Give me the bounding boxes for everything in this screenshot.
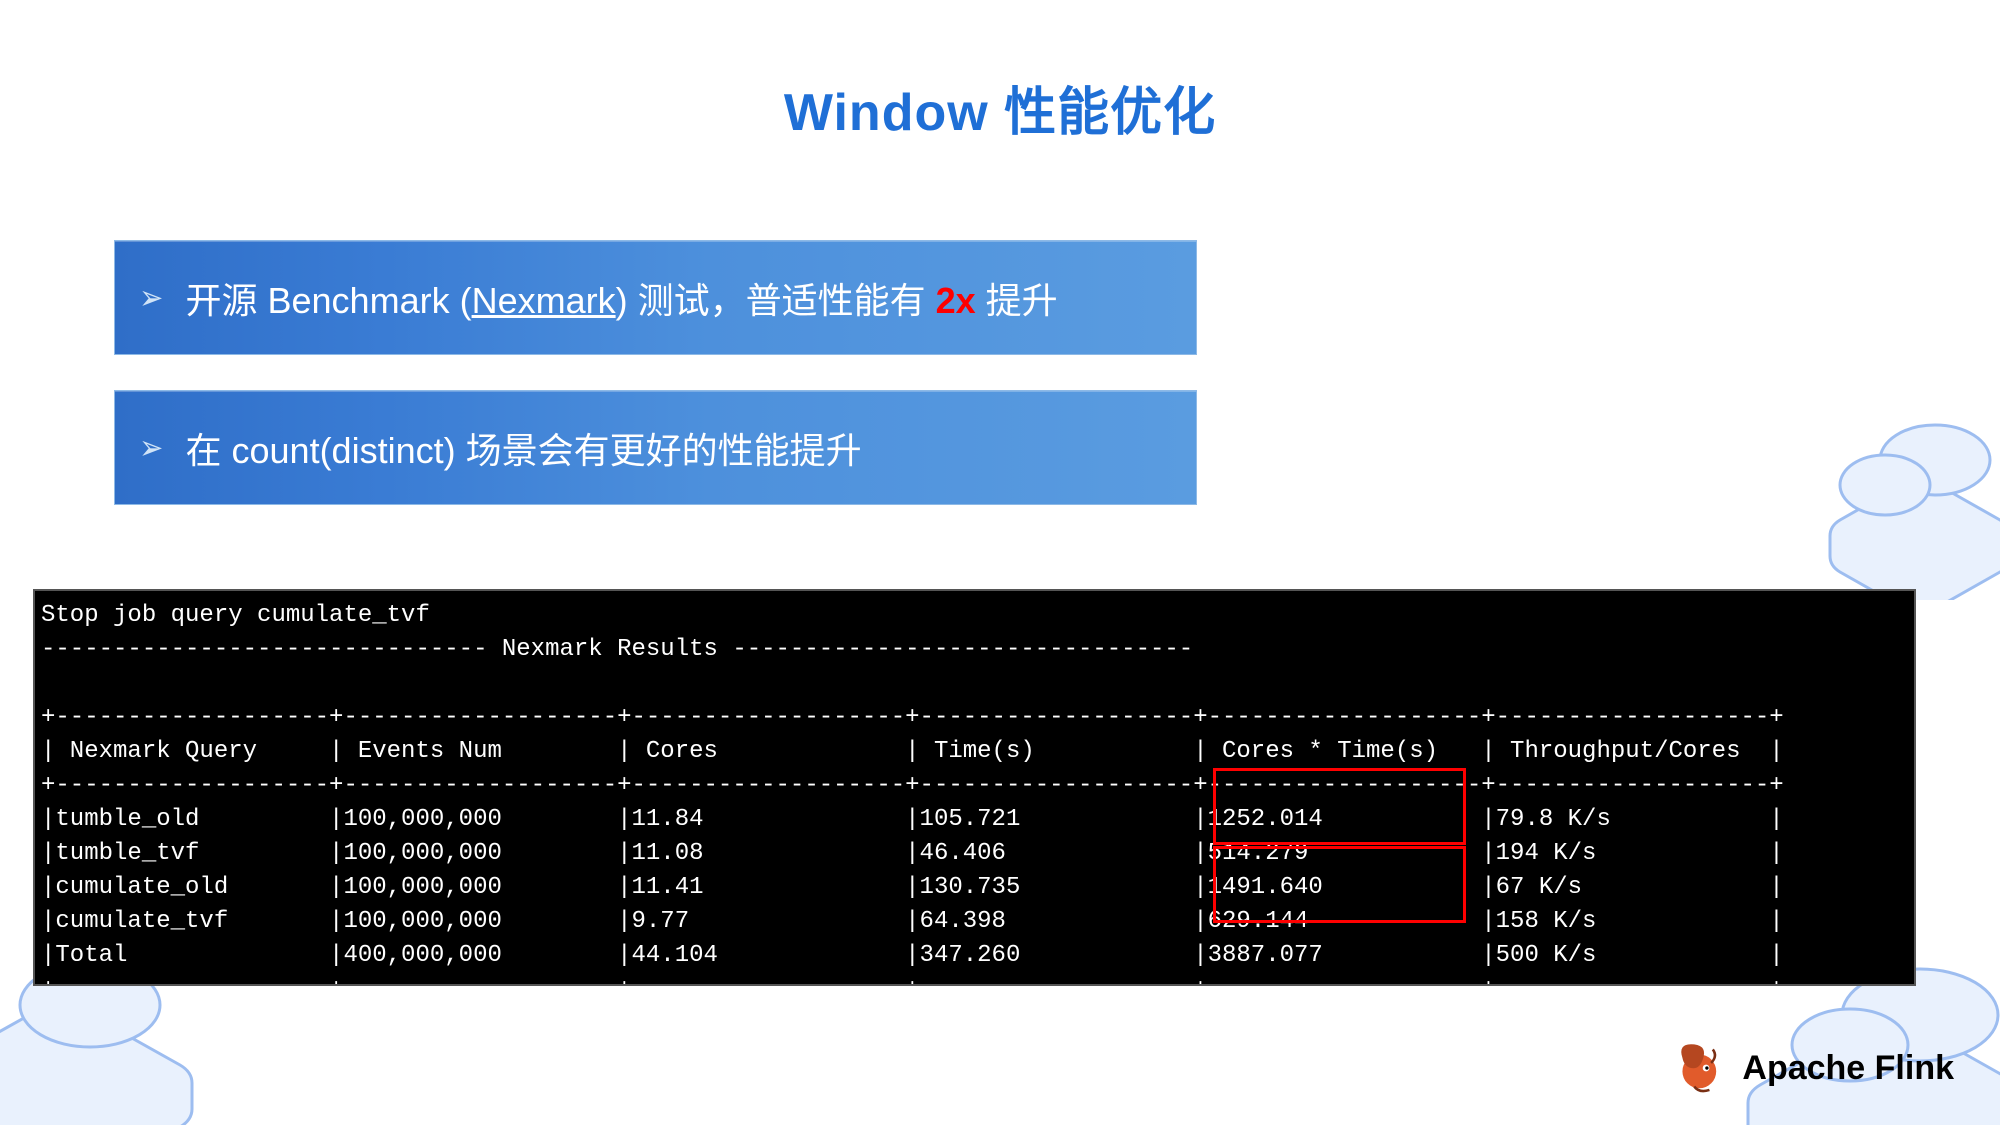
- nexmark-link[interactable]: Nexmark: [472, 280, 616, 321]
- terminal-stop-line: Stop job query cumulate_tvf: [41, 602, 430, 629]
- terminal-banner: ------------------------------- Nexmark …: [41, 636, 1193, 663]
- terminal-sep: +-------------------+-------------------…: [41, 976, 1784, 986]
- chevron-icon: ➢: [139, 428, 163, 468]
- footer-label: Apache Flink: [1742, 1049, 1954, 1088]
- bullet-benchmark: ➢ 开源 Benchmark (Nexmark) 测试，普适性能有 2x 提升: [114, 240, 1197, 355]
- terminal-sep: +-------------------+-------------------…: [41, 704, 1784, 731]
- table-row: |tumble_tvf |100,000,000 |11.08 |46.406 …: [41, 840, 1784, 867]
- table-row: |cumulate_tvf |100,000,000 |9.77 |64.398…: [41, 908, 1784, 935]
- footer-logo: Apache Flink: [1674, 1041, 1954, 1095]
- flink-squirrel-icon: [1674, 1041, 1728, 1095]
- bullet-text-1: 开源 Benchmark (Nexmark) 测试，普适性能有 2x 提升: [186, 272, 1058, 324]
- chevron-icon: ➢: [139, 278, 163, 318]
- slide-title: Window 性能优化: [0, 70, 2000, 145]
- terminal-sep: +-------------------+-------------------…: [41, 772, 1784, 799]
- table-row: |Total |400,000,000 |44.104 |347.260 |38…: [41, 942, 1784, 969]
- terminal-header: | Nexmark Query | Events Num | Cores | T…: [41, 738, 1784, 765]
- table-row: |tumble_old |100,000,000 |11.84 |105.721…: [41, 806, 1784, 833]
- table-row: |cumulate_old |100,000,000 |11.41 |130.7…: [41, 874, 1784, 901]
- terminal-output: Stop job query cumulate_tvf ------------…: [33, 589, 1916, 986]
- bullet-count-distinct: ➢ 在 count(distinct) 场景会有更好的性能提升: [114, 390, 1197, 505]
- highlight-2x: 2x: [936, 280, 976, 321]
- bullet-text-2: 在 count(distinct) 场景会有更好的性能提升: [186, 422, 862, 474]
- cloud-decoration-top: [1760, 300, 2000, 600]
